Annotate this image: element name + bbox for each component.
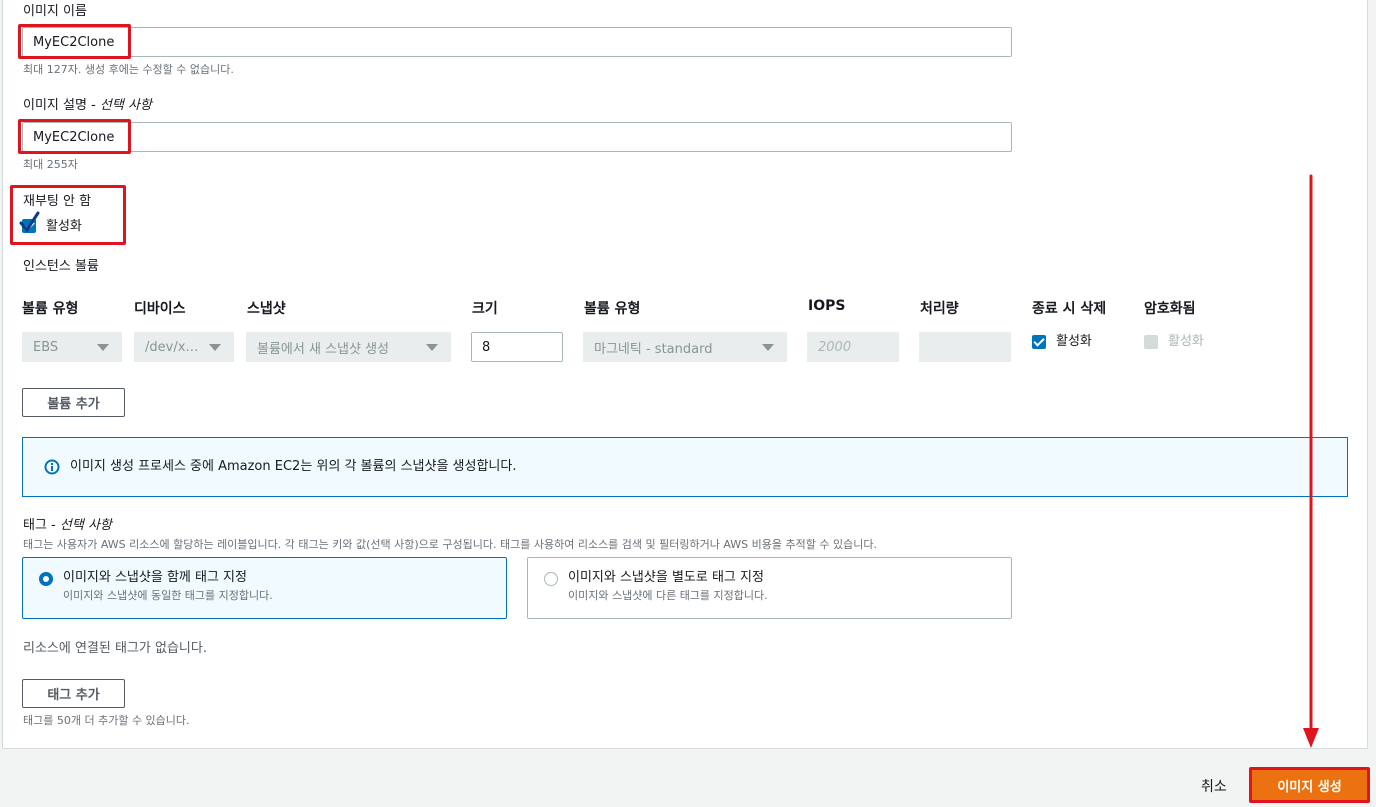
radio-separate[interactable] — [544, 572, 558, 586]
instance-volumes-label: 인스턴스 볼륨 — [23, 259, 99, 274]
tag-option-separate[interactable]: 이미지와 스냅샷을 별도로 태그 지정 이미지와 스냅샷에 다른 태그를 지정합… — [527, 557, 1012, 619]
image-description-label: 이미지 설명 - 선택 사항 — [23, 98, 152, 113]
tag-option-together-title: 이미지와 스냅샷을 함께 태그 지정 — [63, 570, 247, 585]
chevron-down-icon — [762, 344, 774, 351]
form-panel — [2, 0, 1368, 749]
annotation-arrow — [1303, 174, 1319, 748]
no-tags-text: 리소스에 연결된 태그가 없습니다. — [23, 641, 207, 656]
ebs-volume-type-select[interactable]: 마그네틱 - standard — [583, 332, 787, 362]
cancel-button[interactable]: 취소 — [1201, 776, 1227, 796]
tags-description: 태그는 사용자가 AWS 리소스에 할당하는 레이블입니다. 각 태그는 키와 … — [23, 538, 877, 551]
volume-type-select: EBS — [22, 332, 122, 362]
tag-option-together-desc: 이미지와 스냅샷에 동일한 태그를 지정합니다. — [63, 589, 273, 602]
image-description-input[interactable]: MyEC2Clone — [22, 122, 1012, 152]
tags-remaining-hint: 태그를 50개 더 추가할 수 있습니다. — [23, 714, 190, 727]
col-snapshot: 스냅샷 — [247, 301, 286, 317]
col-encrypted: 암호화됨 — [1144, 301, 1196, 317]
create-image-button[interactable]: 이미지 생성 — [1249, 767, 1370, 803]
add-tag-button[interactable]: 태그 추가 — [22, 679, 125, 708]
image-description-hint: 최대 255자 — [23, 158, 78, 171]
add-volume-button[interactable]: 볼륨 추가 — [22, 388, 125, 417]
chevron-down-icon — [97, 344, 109, 351]
annotation-box-image-description — [18, 119, 131, 154]
size-input[interactable]: 8 — [471, 332, 563, 362]
encrypted-label: 활성화 — [1168, 334, 1204, 349]
annotation-box-no-reboot — [10, 185, 126, 245]
info-icon — [44, 459, 60, 475]
chevron-down-icon — [209, 344, 221, 351]
tags-title: 태그 - 선택 사항 — [23, 518, 112, 533]
col-delete-on-termination: 종료 시 삭제 — [1032, 301, 1107, 317]
image-name-hint: 최대 127자. 생성 후에는 수정할 수 없습니다. — [23, 63, 234, 76]
image-name-input[interactable]: MyEC2Clone — [22, 27, 1012, 57]
image-name-label: 이미지 이름 — [23, 4, 87, 19]
snapshot-select: 볼륨에서 새 스냅샷 생성 — [246, 332, 451, 362]
delete-on-termination-label: 활성화 — [1056, 334, 1092, 349]
encrypted-checkbox — [1144, 335, 1158, 349]
delete-on-termination-checkbox[interactable] — [1032, 335, 1046, 349]
iops-input: 2000 — [807, 332, 899, 362]
radio-together[interactable] — [39, 572, 53, 586]
col-volume-type: 볼륨 유형 — [22, 301, 79, 317]
annotation-box-image-name — [18, 24, 131, 59]
device-select: /dev/x… — [134, 332, 234, 362]
col-device: 디바이스 — [134, 301, 186, 317]
throughput-input — [919, 332, 1011, 362]
col-ebs-volume-type: 볼륨 유형 — [584, 301, 641, 317]
tag-option-separate-desc: 이미지와 스냅샷에 다른 태그를 지정합니다. — [568, 589, 768, 602]
chevron-down-icon — [426, 344, 438, 351]
info-alert-text: 이미지 생성 프로세스 중에 Amazon EC2는 위의 각 볼륨의 스냅샷을… — [70, 459, 517, 474]
col-throughput: 처리량 — [920, 301, 959, 317]
col-size: 크기 — [472, 301, 498, 317]
tag-option-separate-title: 이미지와 스냅샷을 별도로 태그 지정 — [568, 570, 764, 585]
col-iops: IOPS — [808, 298, 846, 314]
tag-option-together[interactable]: 이미지와 스냅샷을 함께 태그 지정 이미지와 스냅샷에 동일한 태그를 지정합… — [22, 557, 507, 619]
